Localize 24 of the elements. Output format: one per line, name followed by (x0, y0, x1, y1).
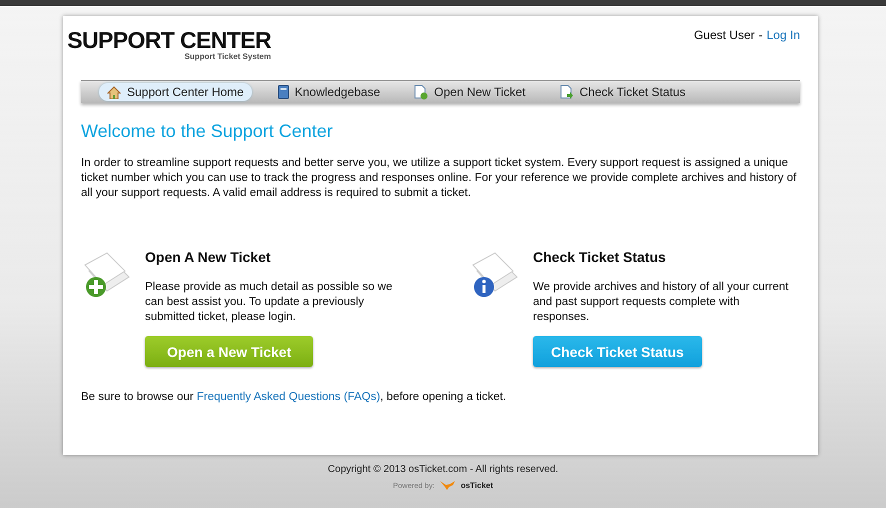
document-plus-icon (414, 84, 428, 100)
nav-link[interactable]: Knowledgebase (270, 83, 388, 101)
section-text: Please provide as much detail as possible so we can best assist you. To update a previously submitted ticket, please login. (145, 280, 394, 325)
user-name: Guest User (694, 28, 755, 42)
section-title: Check Ticket Status (533, 249, 666, 265)
faq-link[interactable]: Frequently Asked Questions (FAQs) (196, 391, 380, 403)
separator: - (758, 28, 763, 42)
login-link[interactable]: Log In (766, 28, 800, 42)
logo-subtitle: Support Ticket System (184, 52, 271, 61)
section-title: Open A New Ticket (145, 249, 271, 265)
logo-title: SUPPORT CENTER (67, 28, 271, 52)
brand-name: osTicket (460, 480, 493, 490)
faq-note: Be sure to browse our Frequently Asked Questions (FAQs), before opening a ticket. (81, 391, 508, 403)
document-arrow-icon (560, 84, 574, 100)
page-title: Welcome to the Support Center (81, 121, 334, 142)
copyright-text: Copyright © 2013 osTicket.com - All rights reserved. (328, 464, 558, 475)
nav-link[interactable]: Support Center Home (99, 83, 252, 101)
intro-text: In order to streamline support requests and better serve you, we utilize a support ticket system. Every support request is assigned a unique ticket number which you can use to track the progress and responses online. For your reference we provide complete archives and history of all your support requests. A valid email address is required to submit a ticket. (81, 156, 798, 201)
book-icon (278, 85, 289, 99)
kangaroo-logo-icon (438, 480, 457, 490)
section-text: We provide archives and history of all your current and past support requests complete with responses. (533, 280, 790, 325)
house-icon (107, 86, 121, 98)
nav-link[interactable]: Check Ticket Status (552, 83, 694, 101)
nav-link[interactable]: Open New Ticket (406, 83, 534, 101)
